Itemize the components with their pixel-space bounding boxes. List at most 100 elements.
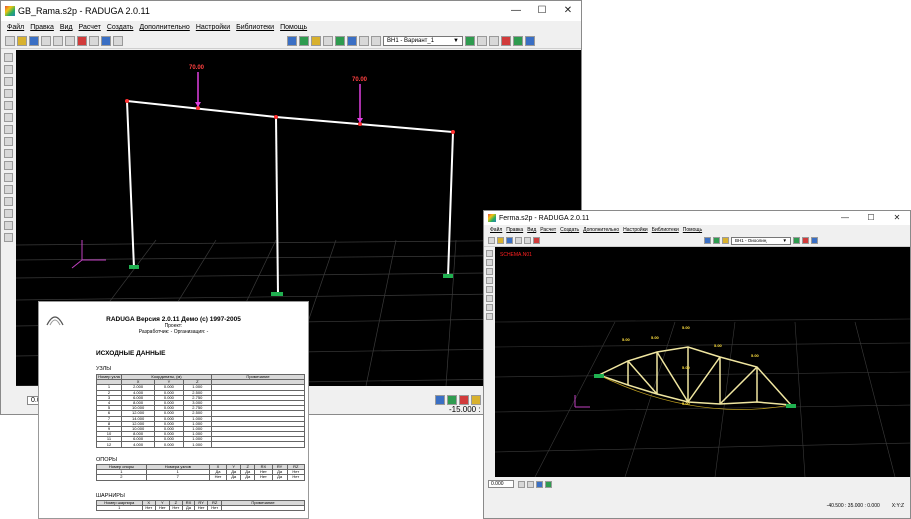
load-icon[interactable] <box>335 36 345 46</box>
report-header: RADUGA Версия 2.0.11 Демо (c) 1997-2005 <box>106 316 241 323</box>
second-minimize-button[interactable]: — <box>832 211 858 225</box>
menu-settings[interactable]: Настройки <box>196 24 230 31</box>
second-fit-icon[interactable] <box>545 480 552 488</box>
second-save-icon[interactable] <box>506 237 513 244</box>
second-variant-select[interactable]: ВН1 - Оиоолиң ▼ <box>731 236 791 245</box>
status-icon-2[interactable] <box>447 395 457 405</box>
print-icon[interactable] <box>41 36 51 46</box>
close-button[interactable]: ✕ <box>555 1 581 21</box>
menu-edit[interactable]: Правка <box>30 24 54 31</box>
rotate-tool-icon[interactable] <box>3 197 13 206</box>
second-load-tool-icon[interactable] <box>485 286 493 293</box>
second-menu-calc[interactable]: Расчет <box>540 227 556 233</box>
second-menu-libraries[interactable]: Библиотеки <box>652 227 679 233</box>
variant-icon[interactable] <box>371 36 381 46</box>
select-tool-icon[interactable] <box>3 53 13 62</box>
export-icon[interactable] <box>525 36 535 46</box>
second-element-icon[interactable] <box>722 237 729 244</box>
second-export-icon[interactable] <box>811 237 818 244</box>
second-delete-tool-icon[interactable] <box>485 313 493 320</box>
load-label-1: 70.00 <box>189 65 205 71</box>
next-variant-icon[interactable] <box>489 36 499 46</box>
second-calc-icon[interactable] <box>533 237 540 244</box>
second-node-icon[interactable] <box>713 237 720 244</box>
support-tool-icon[interactable] <box>3 101 13 110</box>
view-icon[interactable] <box>101 36 111 46</box>
second-bar-tool-icon[interactable] <box>485 268 493 275</box>
second-node-tool-icon[interactable] <box>485 259 493 266</box>
result-icon[interactable] <box>347 36 357 46</box>
second-menu-extra[interactable]: Дополнительно <box>583 227 619 233</box>
hinge-tool-icon[interactable] <box>3 113 13 122</box>
grid-tool-icon[interactable] <box>3 233 13 242</box>
open-file-icon[interactable] <box>17 36 27 46</box>
apply-variant-icon[interactable] <box>465 36 475 46</box>
settings-icon[interactable] <box>501 36 511 46</box>
status-icon-1[interactable] <box>435 395 445 405</box>
prev-variant-icon[interactable] <box>477 36 487 46</box>
zoom-icon[interactable] <box>113 36 123 46</box>
new-file-icon[interactable] <box>5 36 15 46</box>
second-titlebar[interactable]: Ferma.s2p - RADUGA 2.0.11 — ☐ ✕ <box>484 211 910 225</box>
save-icon[interactable] <box>29 36 39 46</box>
second-undo-icon[interactable] <box>524 237 531 244</box>
second-copy-tool-icon[interactable] <box>485 295 493 302</box>
second-print-icon[interactable] <box>515 237 522 244</box>
copy-tool-icon[interactable] <box>3 173 13 182</box>
tool-icon[interactable] <box>89 36 99 46</box>
menu-help[interactable]: Помощь <box>280 24 307 31</box>
undo-icon[interactable] <box>53 36 63 46</box>
mirror-tool-icon[interactable] <box>3 209 13 218</box>
second-pan-icon[interactable] <box>527 480 534 488</box>
menu-file[interactable]: Файл <box>7 24 24 31</box>
support-icon[interactable] <box>323 36 333 46</box>
menu-extra[interactable]: Дополнительно <box>139 24 189 31</box>
second-apply-icon[interactable] <box>793 237 800 244</box>
second-3d-viewport[interactable]: SCHEMA.N01 5.00 5.00 5.00 5.00 5.00 5.00… <box>494 247 910 478</box>
status-icon-4[interactable] <box>471 395 481 405</box>
second-menu-edit[interactable]: Правка <box>506 227 523 233</box>
second-maximize-button[interactable]: ☐ <box>858 211 884 225</box>
minimize-button[interactable]: — <box>503 1 529 21</box>
maximize-button[interactable]: ☐ <box>529 1 555 21</box>
second-zoom-icon[interactable] <box>518 480 525 488</box>
menu-create[interactable]: Создать <box>107 24 134 31</box>
second-settings-icon[interactable] <box>802 237 809 244</box>
calc-icon[interactable] <box>77 36 87 46</box>
section-tool-icon[interactable] <box>3 149 13 158</box>
moment-tool-icon[interactable] <box>3 137 13 146</box>
node-icon[interactable] <box>299 36 309 46</box>
bar-tool-icon[interactable] <box>3 77 13 86</box>
redo-icon[interactable] <box>65 36 75 46</box>
status-icon-3[interactable] <box>459 395 469 405</box>
element-icon[interactable] <box>311 36 321 46</box>
second-menu-settings[interactable]: Настройки <box>623 227 648 233</box>
second-menu-view[interactable]: Вид <box>527 227 536 233</box>
second-menu-file[interactable]: Файл <box>490 227 502 233</box>
second-support-tool-icon[interactable] <box>485 277 493 284</box>
node-tool-icon[interactable] <box>3 65 13 74</box>
supports <box>129 265 453 296</box>
second-new-icon[interactable] <box>488 237 495 244</box>
menu-libraries[interactable]: Библиотеки <box>236 24 274 31</box>
second-rotate-icon[interactable] <box>536 480 543 488</box>
menu-calc[interactable]: Расчет <box>79 24 101 31</box>
second-layer-icon[interactable] <box>704 237 711 244</box>
second-menu-create[interactable]: Создать <box>560 227 579 233</box>
variant-select[interactable]: ВН1 - Вариант_1 ▼ <box>383 36 463 46</box>
move-tool-icon[interactable] <box>3 185 13 194</box>
second-menu-help[interactable]: Помощь <box>683 227 702 233</box>
material-tool-icon[interactable] <box>3 161 13 170</box>
render-icon[interactable] <box>513 36 523 46</box>
delete-tool-icon[interactable] <box>3 221 13 230</box>
second-open-icon[interactable] <box>497 237 504 244</box>
main-titlebar[interactable]: GB_Rama.s2p - RADUGA 2.0.11 — ☐ ✕ <box>1 1 581 21</box>
menu-view[interactable]: Вид <box>60 24 73 31</box>
second-close-button[interactable]: ✕ <box>884 211 910 225</box>
plate-tool-icon[interactable] <box>3 89 13 98</box>
second-move-tool-icon[interactable] <box>485 304 493 311</box>
layer-icon[interactable] <box>287 36 297 46</box>
second-select-tool-icon[interactable] <box>485 250 493 257</box>
diagram-icon[interactable] <box>359 36 369 46</box>
load-tool-icon[interactable] <box>3 125 13 134</box>
